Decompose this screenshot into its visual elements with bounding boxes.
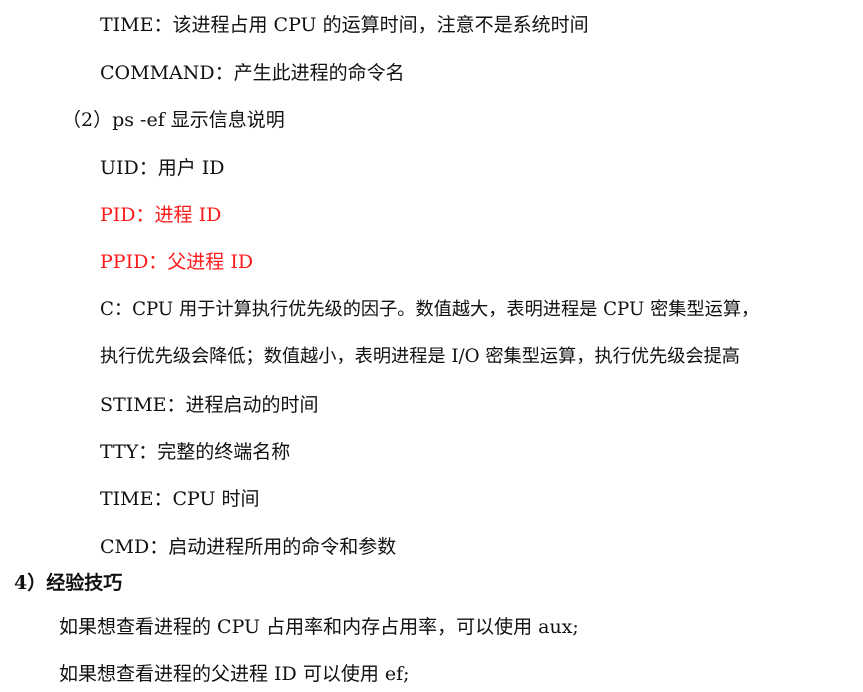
time-description-line: TIME：该进程占用 CPU 的运算时间，注意不是系统时间 <box>100 14 589 36</box>
tty-description-line: TTY：完整的终端名称 <box>100 441 291 463</box>
c-description-line-2: 执行优先级会降低；数值越小，表明进程是 I/O 密集型运算，执行优先级会提高 <box>100 346 740 367</box>
uid-description-line: UID：用户 ID <box>100 157 225 179</box>
document-page: TIME：该进程占用 CPU 的运算时间，注意不是系统时间 COMMAND：产生… <box>0 0 863 692</box>
c-description-line-1: C：CPU 用于计算执行优先级的因子。数值越大，表明进程是 CPU 密集型运算， <box>100 299 760 320</box>
ppid-description-line: PPID：父进程 ID <box>100 251 254 273</box>
tips-heading: 4）经验技巧 <box>14 572 123 594</box>
pid-description-line: PID：进程 ID <box>100 204 222 226</box>
command-description-line: COMMAND：产生此进程的命令名 <box>100 62 405 84</box>
tip-ef-line: 如果想查看进程的父进程 ID 可以使用 ef; <box>59 663 410 685</box>
cmd-description-line: CMD：启动进程所用的命令和参数 <box>100 536 397 558</box>
time-cpu-description-line: TIME：CPU 时间 <box>100 488 260 510</box>
tip-aux-line: 如果想查看进程的 CPU 占用率和内存占用率，可以使用 aux; <box>59 616 579 638</box>
stime-description-line: STIME：进程启动的时间 <box>100 394 319 416</box>
ps-ef-heading: （2）ps -ef 显示信息说明 <box>62 109 285 131</box>
